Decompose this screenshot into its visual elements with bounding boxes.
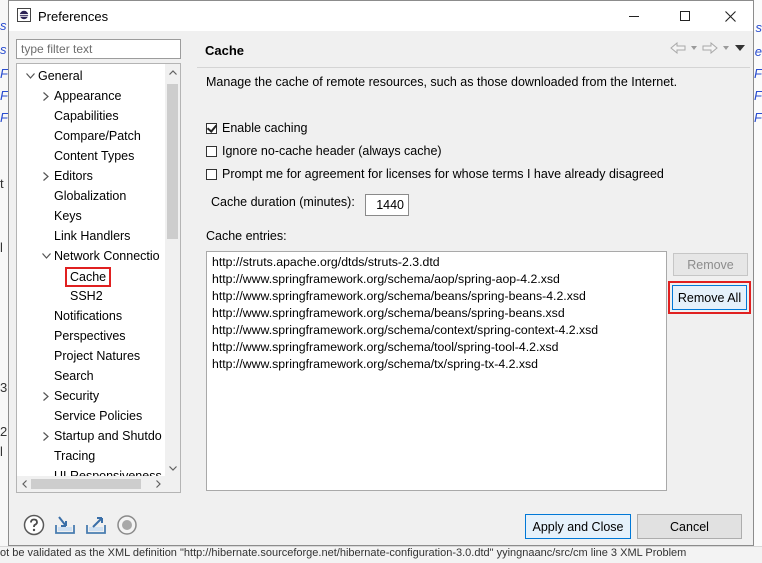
tree-item-label: Service Policies	[54, 409, 143, 423]
back-menu-chevron-icon[interactable]	[690, 45, 698, 51]
close-icon	[724, 10, 736, 22]
record-icon[interactable]	[116, 514, 138, 536]
preferences-tree[interactable]: General Appearance Capabilities Compare/Pat…	[16, 63, 181, 493]
list-item[interactable]: http://www.springframework.org/schema/be…	[212, 305, 565, 322]
tree-item-label: Compare/Patch	[54, 129, 141, 143]
enable-caching-checkbox-box[interactable]	[206, 122, 217, 134]
background-problems-row: ot be validated as the XML definition "h…	[0, 546, 762, 563]
cache-entries-list[interactable]: http://struts.apache.org/dtds/struts-2.3…	[206, 251, 667, 491]
remove-all-button[interactable]: Remove All	[672, 285, 747, 310]
close-button[interactable]	[707, 1, 753, 31]
tree-item-label: Keys	[54, 209, 82, 223]
scroll-left-icon[interactable]	[17, 476, 31, 492]
chevron-right-icon[interactable]	[41, 86, 51, 106]
tree-item-label: Editors	[54, 169, 93, 183]
window-title: Preferences	[38, 9, 109, 24]
page-title: Cache	[205, 43, 245, 58]
list-item[interactable]: http://www.springframework.org/schema/ao…	[212, 271, 560, 288]
minimize-icon	[629, 16, 639, 17]
tree-item-label: Content Types	[54, 149, 135, 163]
tree-item-label: Capabilities	[54, 109, 119, 123]
tree-vertical-thumb[interactable]	[167, 84, 178, 239]
chevron-right-icon[interactable]	[41, 166, 51, 186]
tree-item-label: Cache	[65, 267, 112, 287]
prompt-agreement-checkbox-box[interactable]	[206, 168, 217, 180]
export-icon[interactable]	[85, 514, 107, 536]
tree-item-label: Search	[54, 369, 94, 383]
page-description: Manage the cache of remote resources, su…	[206, 75, 678, 89]
scroll-up-icon[interactable]	[165, 64, 180, 80]
eclipse-app-icon	[17, 8, 31, 22]
tree-vertical-scrollbar[interactable]	[165, 64, 180, 476]
maximize-icon	[680, 11, 690, 21]
help-icon[interactable]	[23, 514, 45, 536]
list-item[interactable]: http://www.springframework.org/schema/co…	[212, 322, 598, 339]
preferences-dialog: Preferences General Appearance Capabilitie…	[8, 0, 754, 546]
forward-arrow-icon[interactable]	[702, 42, 718, 54]
filter-input[interactable]	[16, 39, 181, 59]
import-icon[interactable]	[54, 514, 76, 536]
enable-caching-label: Enable caching	[222, 121, 308, 135]
tree-item-label: Tracing	[54, 449, 96, 463]
tree-item-label: SSH2	[70, 289, 103, 303]
tree-item-label: Link Handlers	[54, 229, 131, 243]
prompt-agreement-label: Prompt me for agreement for licenses for…	[222, 167, 664, 181]
tree-item-label: Notifications	[54, 309, 123, 323]
maximize-button[interactable]	[662, 1, 708, 31]
tree-item-label: Globalization	[54, 189, 127, 203]
chevron-down-icon[interactable]	[41, 246, 51, 266]
list-item[interactable]: http://www.springframework.org/schema/tx…	[212, 356, 538, 373]
tree-item-label: UI Responsiveness	[54, 469, 162, 476]
tree-horizontal-scrollbar[interactable]	[17, 476, 165, 492]
list-item[interactable]: http://www.springframework.org/schema/to…	[212, 339, 559, 356]
tree-item-label: Security	[54, 389, 100, 403]
cache-duration-input[interactable]	[365, 194, 409, 216]
cache-entries-label: Cache entries:	[206, 229, 287, 243]
list-item[interactable]: http://struts.apache.org/dtds/struts-2.3…	[212, 254, 440, 271]
enable-caching-checkbox[interactable]: Enable caching	[206, 119, 307, 137]
page-navigation	[670, 42, 746, 54]
forward-menu-chevron-icon[interactable]	[722, 45, 730, 51]
tree-item-label: General	[38, 69, 83, 83]
scroll-down-icon[interactable]	[165, 460, 180, 476]
list-item[interactable]: http://www.springframework.org/schema/be…	[212, 288, 586, 305]
prompt-agreement-checkbox[interactable]: Prompt me for agreement for licenses for…	[206, 165, 664, 183]
tree-horizontal-thumb[interactable]	[31, 479, 141, 489]
cancel-button[interactable]: Cancel	[637, 514, 742, 539]
tree-rows: General Appearance Capabilities Compare/Pat…	[17, 64, 165, 476]
ignore-no-cache-label: Ignore no-cache header (always cache)	[222, 144, 442, 158]
scroll-right-icon[interactable]	[151, 476, 165, 492]
chevron-right-icon[interactable]	[41, 426, 51, 446]
ignore-no-cache-checkbox[interactable]: Ignore no-cache header (always cache)	[206, 142, 442, 160]
cache-duration-label: Cache duration (minutes):	[211, 195, 355, 209]
apply-and-close-button[interactable]: Apply and Close	[525, 514, 631, 539]
page-header: Cache	[197, 33, 750, 68]
ignore-no-cache-checkbox-box[interactable]	[206, 145, 217, 157]
minimize-button[interactable]	[611, 1, 657, 31]
tree-item-label: Appearance	[54, 89, 122, 103]
remove-button[interactable]: Remove	[673, 253, 748, 276]
tree-item-label: Project Natures	[54, 349, 141, 363]
chevron-down-icon[interactable]	[25, 66, 35, 86]
view-menu-icon[interactable]	[734, 44, 746, 52]
back-arrow-icon[interactable]	[670, 42, 686, 54]
tree-item-label: Network Connectio	[54, 249, 160, 263]
tree-item-label: Perspectives	[54, 329, 126, 343]
chevron-right-icon[interactable]	[41, 386, 51, 406]
scrollbar-corner	[165, 476, 180, 492]
tree-item-label: Startup and Shutdo	[54, 429, 162, 443]
title-bar[interactable]: Preferences	[9, 1, 753, 31]
